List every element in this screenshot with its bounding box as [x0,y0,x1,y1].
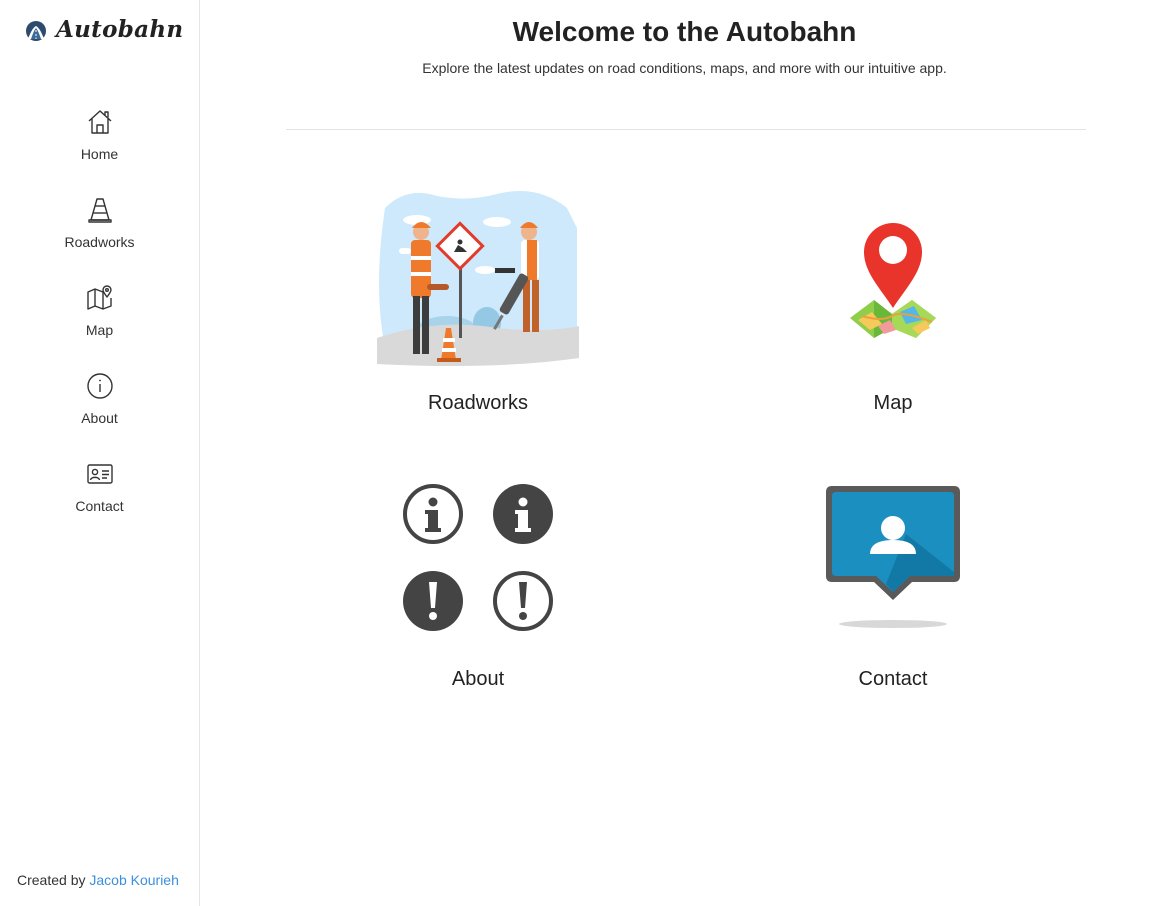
card-label: About [451,668,505,690]
author-link[interactable]: Jacob Kourieh [89,872,179,888]
sidebar-item-map[interactable]: Map [0,282,199,370]
card-label: Roadworks [427,392,529,414]
card-about[interactable]: About [348,480,608,700]
card-roadworks[interactable]: Roadworks [348,188,608,420]
app-root: Autobahn Home Roadworks Map About Contac… [0,0,1169,906]
sidebar-item-label: Contact [75,498,124,514]
sidebar-nav: Home Roadworks Map About Contact [0,106,199,546]
contact-speech-bubble-illustration [763,480,1023,640]
sidebar-item-label: About [81,410,118,426]
map-pin-icon [86,284,114,312]
brand-name: Autobahn [56,16,184,43]
card-contact[interactable]: Contact [763,480,1023,700]
autobahn-road-logo-icon [24,18,48,42]
sidebar-item-contact[interactable]: Contact [0,458,199,546]
home-icon [86,108,114,136]
info-alert-icons-illustration [348,480,608,640]
sidebar-item-roadworks[interactable]: Roadworks [0,194,199,282]
brand[interactable]: Autobahn [24,16,183,43]
map-pin-illustration [763,188,1023,366]
roadworks-illustration [348,188,608,366]
main-content: Welcome to the Autobahn Explore the late… [200,0,1169,906]
page-title: Welcome to the Autobahn [512,16,857,47]
page-subtitle: Explore the latest updates on road condi… [422,60,947,76]
card-map[interactable]: Map [763,188,1023,420]
sidebar-item-label: Map [85,322,114,338]
sidebar-item-about[interactable]: About [0,370,199,458]
card-label: Map [873,392,913,414]
sidebar: Autobahn Home Roadworks Map About Contac… [0,0,200,906]
divider [286,129,1086,130]
sidebar-item-home[interactable]: Home [0,106,199,194]
footer-prefix: Created by [17,872,86,888]
traffic-cone-icon [86,196,114,224]
sidebar-item-label: Roadworks [64,234,135,250]
info-icon [86,372,114,400]
card-label: Contact [858,668,928,690]
contact-card-icon [86,460,114,488]
footer-credit: Created by Jacob Kourieh [17,872,179,888]
sidebar-item-label: Home [80,146,119,162]
